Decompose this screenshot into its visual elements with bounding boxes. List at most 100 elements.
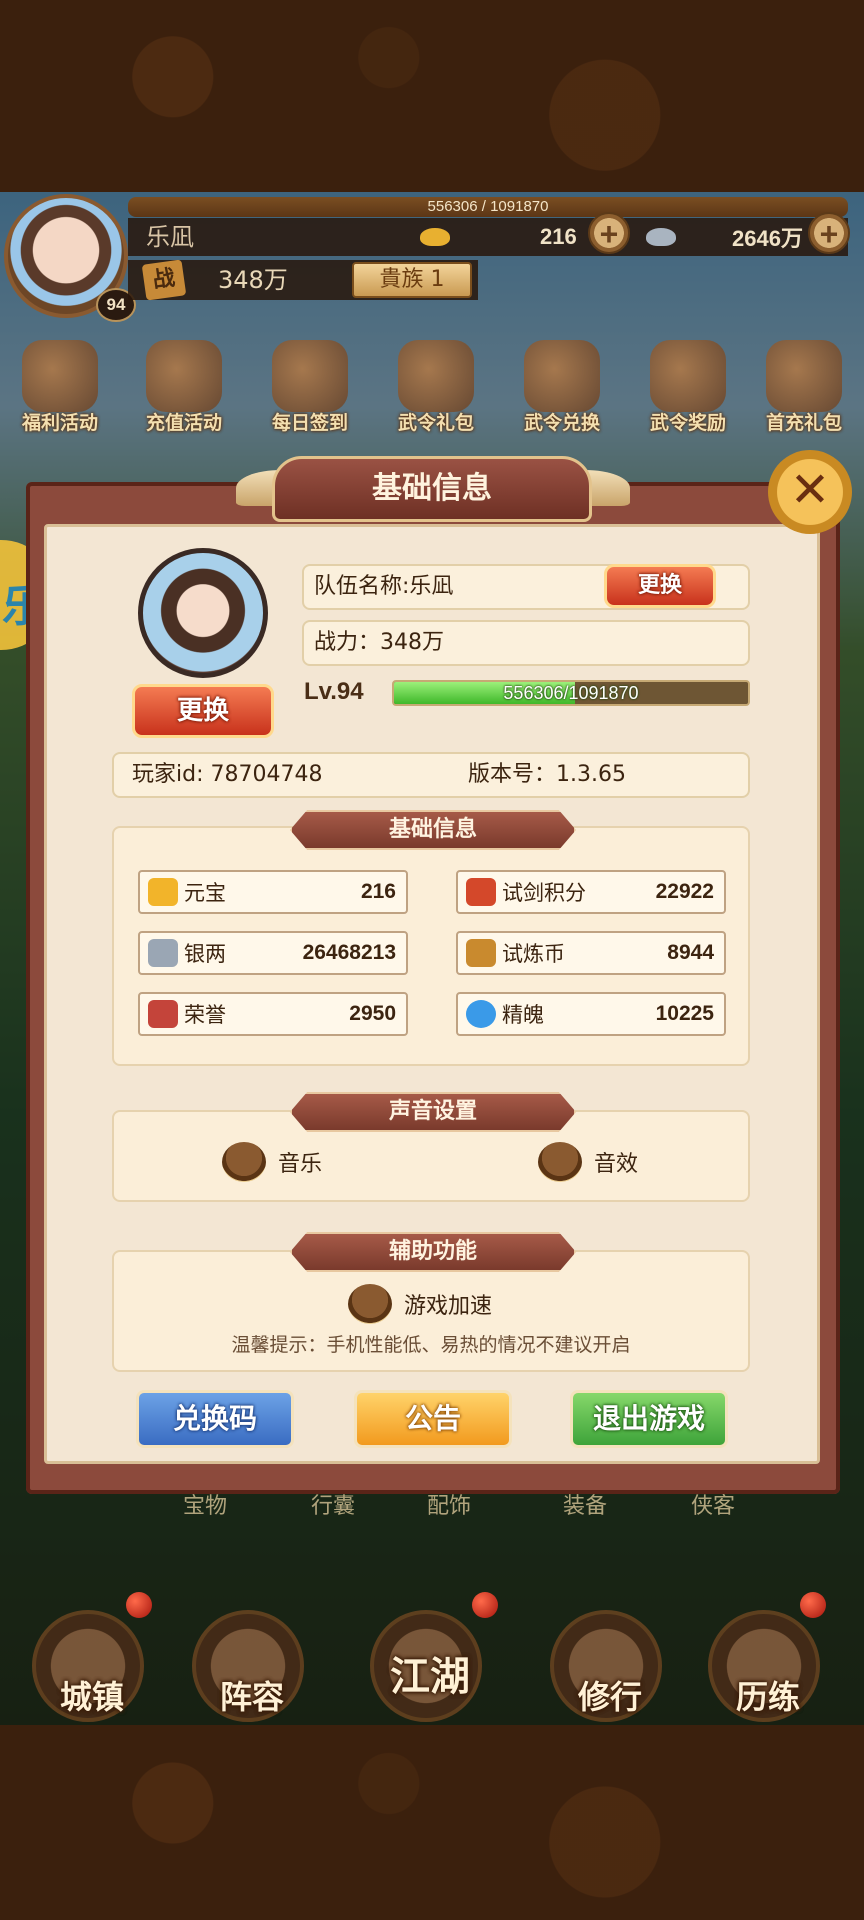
- recharge-icon: [146, 340, 222, 412]
- stat-name: 荣誉: [184, 1003, 226, 1027]
- nav-label: 修行: [577, 1678, 642, 1716]
- honor-icon: [148, 1000, 178, 1028]
- stat-value: 216: [360, 880, 396, 903]
- sfx-toggle[interactable]: [538, 1142, 582, 1182]
- noble-rank-badge[interactable]: 貴族 1: [352, 262, 472, 298]
- music-toggle-row[interactable]: 音乐: [222, 1142, 322, 1182]
- nav-label: 历练: [735, 1678, 800, 1716]
- gold-ingot-icon: [420, 228, 450, 246]
- speedup-toggle-row[interactable]: 游戏加速: [348, 1284, 492, 1324]
- version-number: 版本号：1.3.65: [468, 762, 626, 787]
- gold-value: 216: [540, 224, 577, 249]
- stat-value: 2950: [349, 1002, 396, 1025]
- activity-label: 武令礼包: [397, 412, 474, 434]
- gift-bag-icon: [398, 340, 474, 412]
- top-background: [0, 0, 864, 192]
- battle-power-icon: 战: [141, 259, 187, 301]
- stat-name: 试炼币: [502, 942, 565, 966]
- speedup-hint: 温馨提示：手机性能低、易热的情况不建议开启: [231, 1334, 631, 1356]
- gold-ingot-icon: [148, 878, 178, 906]
- activity-label: 武令兑换: [523, 412, 600, 434]
- silver-ingot-icon: [148, 939, 178, 967]
- scroll-reward-icon: [650, 340, 726, 412]
- stat-honor: 荣誉 2950: [138, 992, 408, 1036]
- close-button[interactable]: ✕: [768, 450, 852, 534]
- silver-ingot-icon: [646, 228, 676, 246]
- activity-label: 武令奖励: [649, 412, 726, 434]
- stat-gold: 元宝 216: [138, 870, 408, 914]
- activity-label: 充值活动: [145, 412, 222, 434]
- nav-jianghu[interactable]: 江湖: [370, 1610, 490, 1730]
- sfx-label: 音效: [594, 1152, 639, 1177]
- stat-spirit: 精魄 10225: [456, 992, 726, 1036]
- pass-exchange-icon[interactable]: 武令兑换: [502, 340, 622, 435]
- stat-trial-coin: 试炼币 8944: [456, 931, 726, 975]
- logout-button[interactable]: 退出游戏: [570, 1390, 728, 1448]
- nav-lineup[interactable]: 阵容: [192, 1610, 312, 1730]
- music-toggle[interactable]: [222, 1142, 266, 1182]
- stat-name: 试剑积分: [502, 881, 586, 905]
- add-gold-button[interactable]: +: [588, 212, 630, 254]
- speedup-label: 游戏加速: [404, 1294, 493, 1319]
- announcement-button[interactable]: 公告: [354, 1390, 512, 1448]
- nav-training[interactable]: 历练: [708, 1610, 828, 1730]
- power-field: 战力：348万: [302, 620, 750, 666]
- stat-name: 元宝: [184, 881, 226, 905]
- welfare-gift-icon: [22, 340, 98, 412]
- sfx-toggle-row[interactable]: 音效: [538, 1142, 638, 1182]
- notification-dot: [472, 1592, 498, 1618]
- spirit-icon: [466, 1000, 496, 1028]
- exp-progress-bar: 556306/1091870: [392, 680, 750, 706]
- calendar-icon: [272, 340, 348, 412]
- silver-value: 2646万: [732, 226, 803, 251]
- gold-currency: 216: [420, 218, 577, 256]
- silver-currency: 2646万: [646, 218, 803, 256]
- nav-label: 阵容: [219, 1678, 284, 1716]
- music-label: 音乐: [278, 1152, 323, 1177]
- daily-signin-icon[interactable]: 每日签到: [250, 340, 370, 435]
- player-id: 玩家id: 78704748: [132, 762, 323, 787]
- character-gift-icon: [766, 340, 842, 412]
- stat-value: 26468213: [302, 941, 396, 964]
- notification-dot: [126, 1592, 152, 1618]
- pass-reward-icon[interactable]: 武令奖励: [628, 340, 748, 435]
- change-avatar-button[interactable]: 更换: [132, 684, 274, 738]
- stat-name: 银两: [184, 942, 226, 966]
- profile-portrait: [138, 548, 268, 678]
- assist-section-title: 辅助功能: [290, 1232, 576, 1272]
- hud-power-value: 348万: [218, 266, 288, 294]
- stat-value: 8944: [667, 941, 714, 964]
- notification-dot: [800, 1592, 826, 1618]
- stat-sword-points: 试剑积分 22922: [456, 870, 726, 914]
- team-name-label: 队伍名称:乐凪: [314, 574, 454, 599]
- stat-name: 精魄: [502, 1003, 544, 1027]
- sword-points-icon: [466, 878, 496, 906]
- close-icon: ✕: [789, 462, 831, 518]
- nav-cultivation[interactable]: 修行: [550, 1610, 670, 1730]
- exp-progress-text: 556306/1091870: [503, 683, 639, 703]
- treasure-chest-icon: [524, 340, 600, 412]
- bottom-background: [0, 1725, 864, 1920]
- pass-gift-icon[interactable]: 武令礼包: [376, 340, 496, 435]
- activity-label: 首充礼包: [765, 412, 842, 434]
- id-version-row: 玩家id: 78704748 版本号：1.3.65: [112, 752, 750, 798]
- dialog-title: 基础信息: [272, 456, 592, 522]
- add-silver-button[interactable]: +: [808, 212, 850, 254]
- stats-section-title: 基础信息: [290, 810, 576, 850]
- nav-label: 城镇: [59, 1678, 124, 1716]
- redeem-code-button[interactable]: 兑换码: [136, 1390, 294, 1448]
- trial-coin-icon: [466, 939, 496, 967]
- first-recharge-icon[interactable]: 首充礼包: [744, 340, 864, 435]
- activity-label: 每日签到: [271, 412, 348, 434]
- profile-level: Lv.94: [304, 678, 364, 705]
- recharge-activity-icon[interactable]: 充值活动: [124, 340, 244, 435]
- hud-exp-bar: 556306 / 1091870: [128, 197, 848, 217]
- stat-silver: 银两 26468213: [138, 931, 408, 975]
- speedup-toggle[interactable]: [348, 1284, 392, 1324]
- stat-value: 22922: [655, 880, 714, 903]
- nav-town[interactable]: 城镇: [32, 1610, 152, 1730]
- sound-section-title: 声音设置: [290, 1092, 576, 1132]
- change-name-button[interactable]: 更换: [604, 564, 716, 608]
- activity-label: 福利活动: [21, 412, 98, 434]
- welfare-activity-icon[interactable]: 福利活动: [0, 340, 120, 435]
